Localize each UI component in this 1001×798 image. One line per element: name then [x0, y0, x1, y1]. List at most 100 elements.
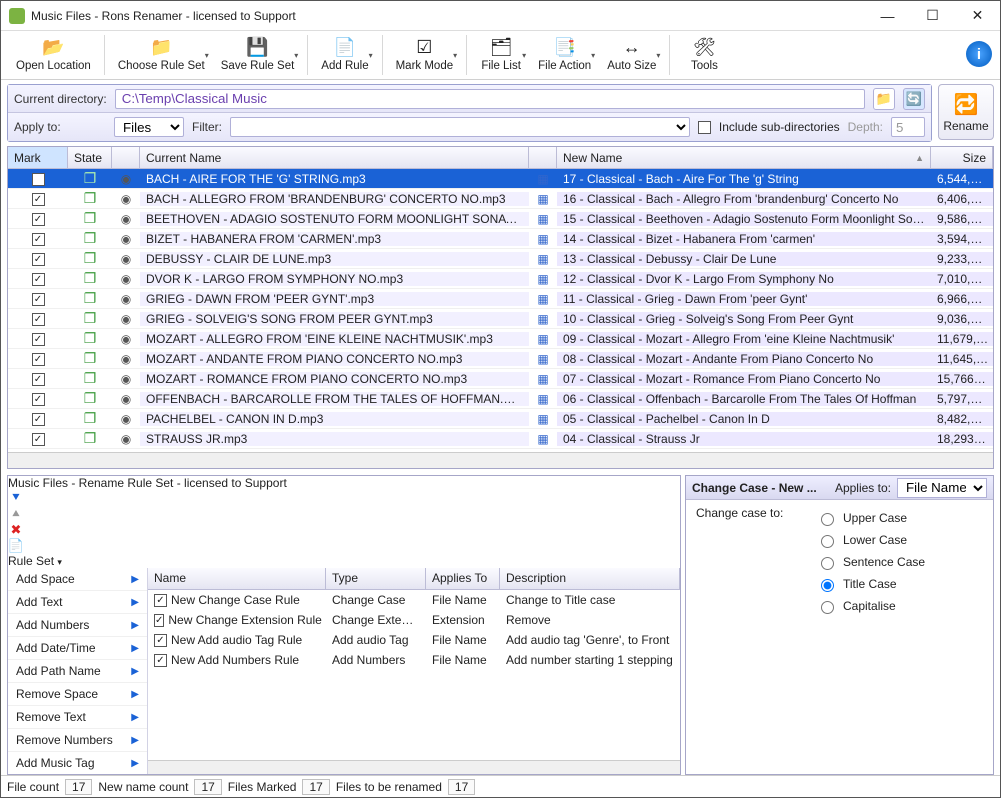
row-checkbox[interactable]: ✓: [32, 313, 45, 326]
col-size[interactable]: Size: [931, 147, 993, 168]
choose-rule-set-button[interactable]: 📁 Choose Rule Set▾: [111, 33, 212, 75]
action-item[interactable]: Remove Text▶: [8, 706, 147, 729]
rule-checkbox[interactable]: ✓: [154, 614, 164, 627]
filter-select[interactable]: [230, 117, 690, 137]
mark-mode-button[interactable]: ☑ Mark Mode▾: [389, 33, 461, 75]
table-row[interactable]: ✓❐◉MOZART - ROMANCE FROM PIANO CONCERTO …: [8, 369, 993, 389]
directory-input[interactable]: [115, 89, 865, 109]
row-checkbox[interactable]: ✓: [32, 353, 45, 366]
action-item[interactable]: Remove Space▶: [8, 683, 147, 706]
table-row[interactable]: ✓❐◉STRAUSS JR.mp3▦04 - Classical - Strau…: [8, 429, 993, 449]
rule-row[interactable]: ✓New Add Numbers RuleAdd NumbersFile Nam…: [148, 650, 680, 670]
status-renamed-label: Files to be renamed: [336, 780, 442, 794]
rule-row[interactable]: ✓New Change Case RuleChange CaseFile Nam…: [148, 590, 680, 610]
action-item[interactable]: Add Numbers▶: [8, 614, 147, 637]
add-rule-button[interactable]: 📄 Add Rule▾: [314, 33, 375, 75]
table-row[interactable]: ✓❐◉GRIEG - SOLVEIG'S SONG FROM PEER GYNT…: [8, 309, 993, 329]
close-button[interactable]: ✕: [955, 2, 1000, 30]
folder-icon: 📁: [876, 91, 892, 107]
row-checkbox[interactable]: ✓: [32, 173, 45, 186]
rule-row[interactable]: ✓New Add audio Tag RuleAdd audio TagFile…: [148, 630, 680, 650]
rule-col-applies[interactable]: Applies To: [426, 568, 500, 589]
col-mark[interactable]: Mark: [8, 147, 68, 168]
rule-checkbox[interactable]: ✓: [154, 654, 167, 667]
row-checkbox[interactable]: ✓: [32, 233, 45, 246]
apply-to-select[interactable]: Files: [114, 117, 184, 137]
row-checkbox[interactable]: ✓: [32, 193, 45, 206]
action-item[interactable]: Add Date/Time▶: [8, 637, 147, 660]
col-new-name[interactable]: New Name▲: [557, 147, 931, 168]
action-item[interactable]: Add Music Tag▶: [8, 752, 147, 774]
row-checkbox[interactable]: ✓: [32, 293, 45, 306]
refresh-button[interactable]: 🔄: [903, 88, 925, 110]
table-row[interactable]: ✓❐◉GRIEG - DAWN FROM 'PEER GYNT'.mp3▦11 …: [8, 289, 993, 309]
action-item[interactable]: Add Text▶: [8, 591, 147, 614]
row-checkbox[interactable]: ✓: [32, 413, 45, 426]
rule-checkbox[interactable]: ✓: [154, 594, 167, 607]
browse-folder-button[interactable]: 📁: [873, 88, 895, 110]
folder-open-icon: 📂: [41, 36, 65, 58]
grid-hscrollbar[interactable]: [8, 452, 993, 468]
col-current-name[interactable]: Current Name: [140, 147, 529, 168]
grid-body[interactable]: ✓❐◉BACH - AIRE FOR THE 'G' STRING.mp3▦17…: [8, 169, 993, 452]
table-row[interactable]: ✓❐◉MOZART - ANDANTE FROM PIANO CONCERTO …: [8, 349, 993, 369]
table-row[interactable]: ✓❐◉DEBUSSY - CLAIR DE LUNE.mp3▦13 - Clas…: [8, 249, 993, 269]
case-option[interactable]: Lower Case: [816, 532, 925, 548]
rename-button[interactable]: 🔁 Rename: [938, 84, 994, 140]
row-checkbox[interactable]: ✓: [32, 253, 45, 266]
applies-to-select[interactable]: File Name: [897, 478, 987, 498]
maximize-button[interactable]: ☐: [910, 2, 955, 30]
rule-col-type[interactable]: Type: [326, 568, 426, 589]
rule-grid-hscroll[interactable]: [148, 760, 680, 774]
move-up-button[interactable]: ⯅: [8, 506, 24, 522]
row-checkbox[interactable]: ✓: [32, 213, 45, 226]
rule-action-list: Add Space▶Add Text▶Add Numbers▶Add Date/…: [8, 568, 148, 774]
state-icon: ❐: [68, 330, 112, 347]
open-location-button[interactable]: 📂 Open Location: [9, 33, 98, 75]
table-row[interactable]: ✓❐◉DVOR K - LARGO FROM SYMPHONY NO.mp3▦1…: [8, 269, 993, 289]
table-row[interactable]: ✓❐◉MOZART - ALLEGRO FROM 'EINE KLEINE NA…: [8, 329, 993, 349]
minimize-button[interactable]: —: [865, 2, 910, 30]
row-checkbox[interactable]: ✓: [32, 433, 45, 446]
row-checkbox[interactable]: ✓: [32, 373, 45, 386]
col-state[interactable]: State: [68, 147, 112, 168]
audio-icon: ◉: [112, 212, 140, 226]
file-action-button[interactable]: 📑 File Action▾: [531, 33, 598, 75]
table-row[interactable]: ✓❐◉PACHELBEL - CANON IN D.mp3▦05 - Class…: [8, 409, 993, 429]
audio-icon: ◉: [112, 232, 140, 246]
case-option[interactable]: Upper Case: [816, 510, 925, 526]
table-row[interactable]: ✓❐◉BACH - AIRE FOR THE 'G' STRING.mp3▦17…: [8, 169, 993, 189]
auto-size-button[interactable]: ↔ Auto Size▾: [600, 33, 663, 75]
table-row[interactable]: ✓❐◉BEETHOVEN - ADAGIO SOSTENUTO FORM MOO…: [8, 209, 993, 229]
drive-icon: ▦: [529, 412, 557, 426]
ruleset-menu-button[interactable]: Rule Set: [8, 554, 54, 568]
table-row[interactable]: ✓❐◉BIZET - HABANERA FROM 'CARMEN'.mp3▦14…: [8, 229, 993, 249]
action-item[interactable]: Add Path Name▶: [8, 660, 147, 683]
row-checkbox[interactable]: ✓: [32, 273, 45, 286]
row-checkbox[interactable]: ✓: [32, 333, 45, 346]
tools-button[interactable]: 🛠 Tools: [676, 33, 732, 75]
row-checkbox[interactable]: ✓: [32, 393, 45, 406]
rule-col-name[interactable]: Name: [148, 568, 326, 589]
file-list-button[interactable]: 🗂 File List▾: [473, 33, 529, 75]
rule-row[interactable]: ✓New Change Extension RuleChange Extens.…: [148, 610, 680, 630]
include-subdirs-checkbox[interactable]: [698, 121, 711, 134]
action-item[interactable]: Add Space▶: [8, 568, 147, 591]
col-icon-a[interactable]: [112, 147, 140, 168]
current-directory-label: Current directory:: [14, 92, 107, 106]
state-icon: ❐: [68, 350, 112, 367]
info-button[interactable]: i: [966, 41, 992, 67]
case-option[interactable]: Sentence Case: [816, 554, 925, 570]
table-row[interactable]: ✓❐◉OFFENBACH - BARCAROLLE FROM THE TALES…: [8, 389, 993, 409]
rule-col-desc[interactable]: Description: [500, 568, 680, 589]
new-name: 13 - Classical - Debussy - Clair De Lune: [557, 252, 931, 266]
save-rule-set-button[interactable]: 💾 Save Rule Set▾: [214, 33, 302, 75]
col-icon-b[interactable]: [529, 147, 557, 168]
action-item[interactable]: Remove Numbers▶: [8, 729, 147, 752]
rule-checkbox[interactable]: ✓: [154, 634, 167, 647]
delete-rule-button[interactable]: ✖: [8, 522, 24, 538]
case-option[interactable]: Title Case: [816, 576, 925, 592]
table-row[interactable]: ✓❐◉BACH - ALLEGRO FROM 'BRANDENBURG' CON…: [8, 189, 993, 209]
case-option[interactable]: Capitalise: [816, 598, 925, 614]
move-down-button[interactable]: ⯆: [8, 490, 24, 506]
